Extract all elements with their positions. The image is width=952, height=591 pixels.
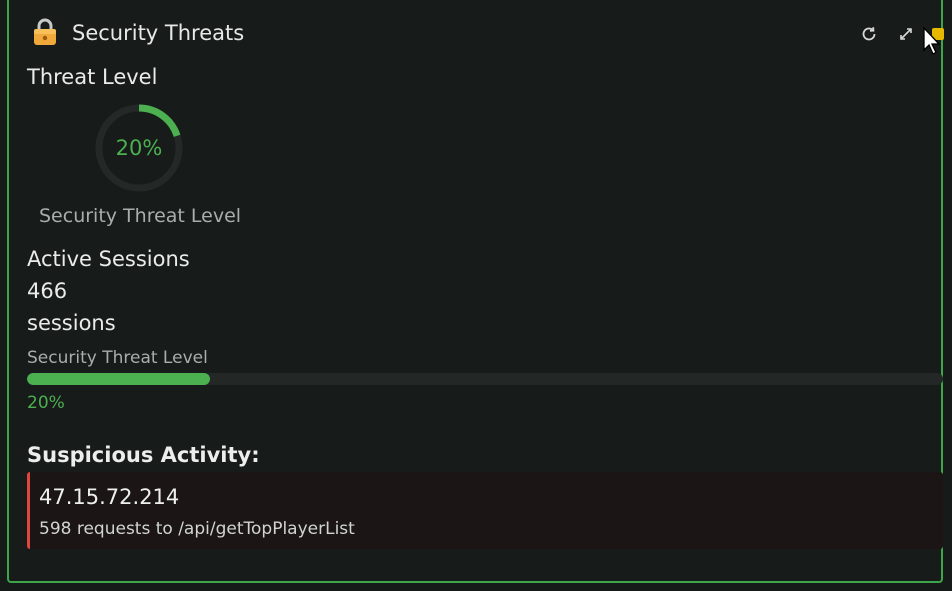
threat-bar-label: Security Threat Level [27, 348, 208, 368]
lock-icon [32, 18, 58, 46]
close-icon[interactable] [928, 24, 948, 44]
sessions-unit: sessions [27, 311, 116, 335]
suspicious-activity-heading: Suspicious Activity: [27, 443, 260, 467]
gauge-caption: Security Threat Level [39, 205, 242, 227]
threat-level-heading: Threat Level [27, 65, 158, 89]
suspicious-ip: 47.15.72.214 [39, 485, 180, 509]
panel-title: Security Threats [72, 21, 245, 45]
suspicious-detail: 598 requests to /api/getTopPlayerList [39, 519, 355, 539]
threat-progress-fill [27, 373, 211, 385]
gauge-percent: 20% [115, 136, 163, 160]
refresh-icon[interactable] [859, 24, 879, 44]
suspicious-activity-item[interactable]: 47.15.72.214 598 requests to /api/getTop… [27, 472, 943, 549]
sessions-count: 466 [27, 279, 68, 303]
expand-icon[interactable] [896, 24, 916, 44]
active-sessions-heading: Active Sessions [27, 247, 190, 271]
threat-bar-percent: 20% [27, 393, 65, 413]
threat-progress-bar [27, 373, 943, 385]
security-threats-panel: Security Threats Threat Level 20% Securi… [7, 0, 944, 583]
